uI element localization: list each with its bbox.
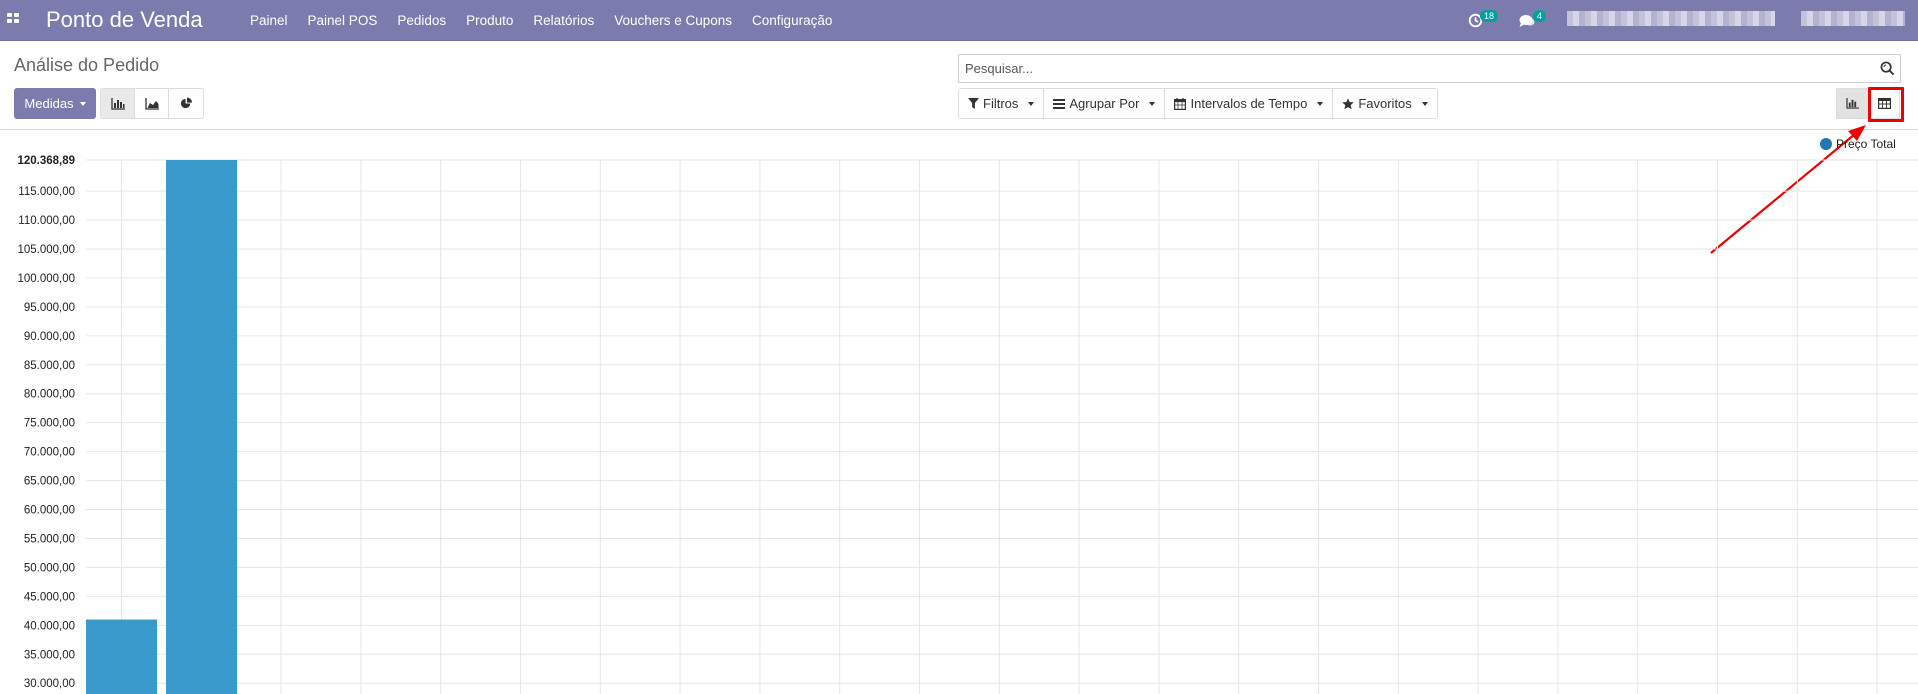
y-tick-label: 100.000,00 bbox=[17, 273, 75, 285]
bar-1[interactable] bbox=[86, 619, 157, 694]
y-tick-label: 65.000,00 bbox=[24, 476, 75, 488]
y-tick-label: 75.000,00 bbox=[24, 418, 75, 430]
y-tick-label: 95.000,00 bbox=[24, 302, 75, 314]
y-tick-label: 105.000,00 bbox=[17, 244, 75, 256]
y-tick-label: 35.000,00 bbox=[24, 649, 75, 661]
y-tick-label: 50.000,00 bbox=[24, 562, 75, 574]
y-tick-label: 85.000,00 bbox=[24, 360, 75, 372]
y-tick-label: 60.000,00 bbox=[24, 505, 75, 517]
bar-chart: 120.368,89 115.000,00 110.000,00 105.000,00… bbox=[17, 155, 1918, 694]
y-tick-label: 90.000,00 bbox=[24, 331, 75, 343]
bar-2[interactable] bbox=[166, 160, 237, 694]
y-tick-label: 30.000,00 bbox=[24, 678, 75, 690]
y-tick-label: 110.000,00 bbox=[18, 215, 75, 227]
y-tick-label: 115.000,00 bbox=[18, 186, 75, 198]
y-tick-label: 45.000,00 bbox=[24, 591, 75, 603]
y-tick-label: 80.000,00 bbox=[24, 389, 75, 401]
y-tick-label: 40.000,00 bbox=[24, 620, 75, 632]
y-tick-label: 55.000,00 bbox=[24, 533, 75, 545]
y-max-label: 120.368,89 bbox=[17, 155, 75, 167]
y-tick-label: 70.000,00 bbox=[24, 447, 75, 459]
